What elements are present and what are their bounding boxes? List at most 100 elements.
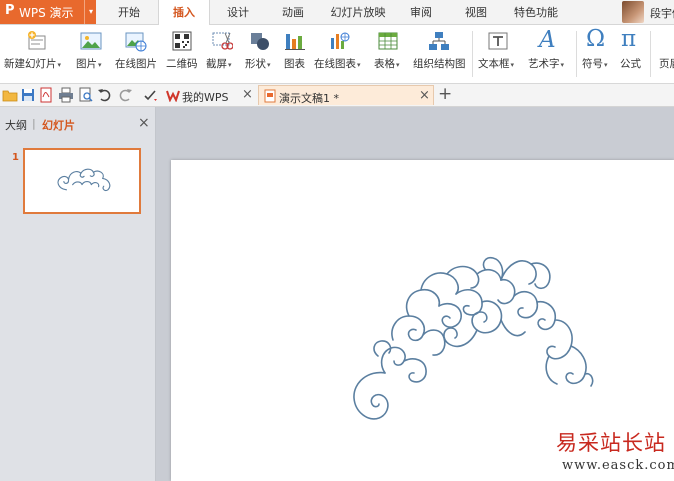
watermark-logo: 易采站长站	[556, 431, 666, 455]
dropdown-arrow-icon[interactable]: ▾	[396, 61, 400, 69]
undo-icon[interactable]	[97, 87, 113, 103]
user-name[interactable]: 段宇倩	[650, 5, 674, 21]
new-slide-button[interactable]: 新建幻灯片▾	[4, 25, 70, 83]
tab-animation[interactable]: 动画	[268, 0, 318, 24]
table-label: 表格	[374, 58, 395, 70]
new-slide-label: 新建幻灯片	[4, 58, 57, 70]
textbox-icon	[488, 32, 508, 50]
save-icon[interactable]	[20, 87, 36, 103]
tab-special-features[interactable]: 特色功能	[505, 0, 567, 24]
omega-symbol-icon: Ω	[586, 26, 606, 52]
tab-my-wps[interactable]: 我的WPS ×	[162, 85, 258, 105]
wordart-icon: A	[539, 27, 556, 53]
tab-home[interactable]: 开始	[104, 0, 154, 24]
chart-button[interactable]: 图表	[282, 25, 308, 83]
online-chart-button[interactable]: 在线图表▾	[313, 25, 367, 83]
presentation-file-icon	[264, 89, 276, 103]
online-picture-button[interactable]: 在线图片	[113, 25, 161, 83]
org-chart-icon	[429, 32, 449, 50]
textbox-button[interactable]: 文本框▾	[477, 25, 523, 83]
header-footer-button[interactable]: 页眉	[656, 25, 674, 83]
wps-logo-icon: P	[5, 3, 15, 18]
screenshot-icon	[212, 32, 233, 50]
close-icon[interactable]: ×	[242, 87, 253, 102]
tab-slideshow[interactable]: 幻灯片放映	[323, 0, 393, 24]
symbol-label: 符号	[582, 58, 603, 70]
shapes-button[interactable]: 形状▾	[243, 25, 277, 83]
ribbon-separator	[472, 31, 473, 77]
ribbon-separator	[650, 31, 651, 77]
dropdown-arrow-icon[interactable]: ▾	[228, 61, 232, 69]
slide-number: 1	[12, 152, 19, 163]
customize-icon[interactable]	[142, 87, 158, 103]
chart-label: 图表	[284, 58, 305, 70]
online-chart-icon	[331, 32, 350, 49]
tab-presentation-1[interactable]: 演示文稿1 * ×	[258, 85, 434, 105]
insert-ribbon: 新建幻灯片▾ 图片▾ 在线图片 二维码 截屏▾ 形状▾ 图表 在线图表▾ 表格▾…	[0, 25, 674, 84]
tab-insert[interactable]: 插入	[158, 0, 210, 25]
ribbon-separator	[576, 31, 577, 77]
print-preview-icon[interactable]	[78, 87, 94, 103]
qrcode-button[interactable]: 二维码	[165, 25, 199, 83]
screenshot-label: 截屏	[206, 58, 227, 70]
shapes-icon	[251, 33, 269, 50]
slide-thumbnail[interactable]	[23, 148, 141, 214]
shapes-label: 形状	[245, 58, 266, 70]
dropdown-arrow-icon[interactable]: ▾	[604, 61, 608, 69]
slides-panel: 大纲 | 幻灯片 × 1	[0, 107, 156, 481]
quick-access-toolbar: 我的WPS × 演示文稿1 * × +	[0, 84, 674, 107]
dropdown-arrow-icon[interactable]: ▾	[98, 61, 102, 69]
header-label: 页眉	[659, 58, 674, 70]
table-button[interactable]: 表格▾	[372, 25, 406, 83]
pi-formula-icon: π	[621, 26, 637, 52]
picture-icon	[80, 32, 102, 50]
formula-label: 公式	[620, 58, 641, 70]
qrcode-icon	[172, 31, 192, 51]
panel-header: 大纲 | 幻灯片 ×	[0, 107, 155, 137]
user-avatar[interactable]	[622, 1, 644, 23]
panel-tab-divider: |	[32, 117, 36, 130]
new-tab-button[interactable]: +	[438, 84, 452, 104]
org-chart-label: 组织结构图	[413, 58, 466, 70]
tab-presentation-label: 演示文稿1 *	[279, 92, 339, 105]
org-chart-button[interactable]: 组织结构图	[412, 25, 468, 83]
table-icon	[378, 32, 398, 50]
chevron-down-icon[interactable]: ▾	[84, 0, 97, 24]
tab-outline[interactable]: 大纲	[5, 117, 27, 133]
tab-view[interactable]: 视图	[451, 0, 501, 24]
wordart-button[interactable]: A 艺术字▾	[527, 25, 571, 83]
app-menu-button[interactable]: P WPS 演示 ▾	[0, 0, 96, 24]
dropdown-arrow-icon[interactable]: ▾	[267, 61, 271, 69]
redo-icon[interactable]	[117, 87, 133, 103]
export-pdf-icon[interactable]	[38, 87, 54, 103]
print-icon[interactable]	[58, 87, 74, 103]
open-icon[interactable]	[2, 87, 18, 103]
picture-label: 图片	[76, 58, 97, 70]
textbox-label: 文本框	[478, 58, 510, 70]
menu-bar: P WPS 演示 ▾ 开始 插入 设计 动画 幻灯片放映 审阅 视图 特色功能 …	[0, 0, 674, 25]
editing-area	[156, 107, 674, 481]
close-icon[interactable]: ×	[419, 88, 430, 103]
wordart-label: 艺术字	[528, 58, 560, 70]
tab-slides[interactable]: 幻灯片	[42, 117, 75, 133]
tab-my-wps-label: 我的WPS	[182, 91, 229, 104]
dropdown-arrow-icon[interactable]: ▾	[357, 61, 361, 69]
close-icon[interactable]: ×	[138, 115, 150, 131]
formula-button[interactable]: π 公式	[617, 25, 645, 83]
watermark-url: www.easck.com	[562, 458, 674, 473]
tab-review[interactable]: 审阅	[396, 0, 446, 24]
dropdown-arrow-icon[interactable]: ▾	[58, 61, 62, 69]
wps-logo-icon	[166, 90, 180, 102]
picture-button[interactable]: 图片▾	[74, 25, 110, 83]
dropdown-arrow-icon[interactable]: ▾	[561, 61, 565, 69]
dropdown-arrow-icon[interactable]: ▾	[511, 61, 515, 69]
symbol-button[interactable]: Ω 符号▾	[580, 25, 614, 83]
screenshot-button[interactable]: 截屏▾	[204, 25, 240, 83]
online-picture-icon	[125, 32, 147, 52]
app-title: WPS 演示	[19, 6, 74, 20]
new-slide-icon	[28, 31, 46, 50]
chart-icon	[285, 34, 305, 50]
online-picture-label: 在线图片	[115, 58, 157, 70]
tab-design[interactable]: 设计	[213, 0, 263, 24]
qrcode-label: 二维码	[166, 58, 198, 70]
